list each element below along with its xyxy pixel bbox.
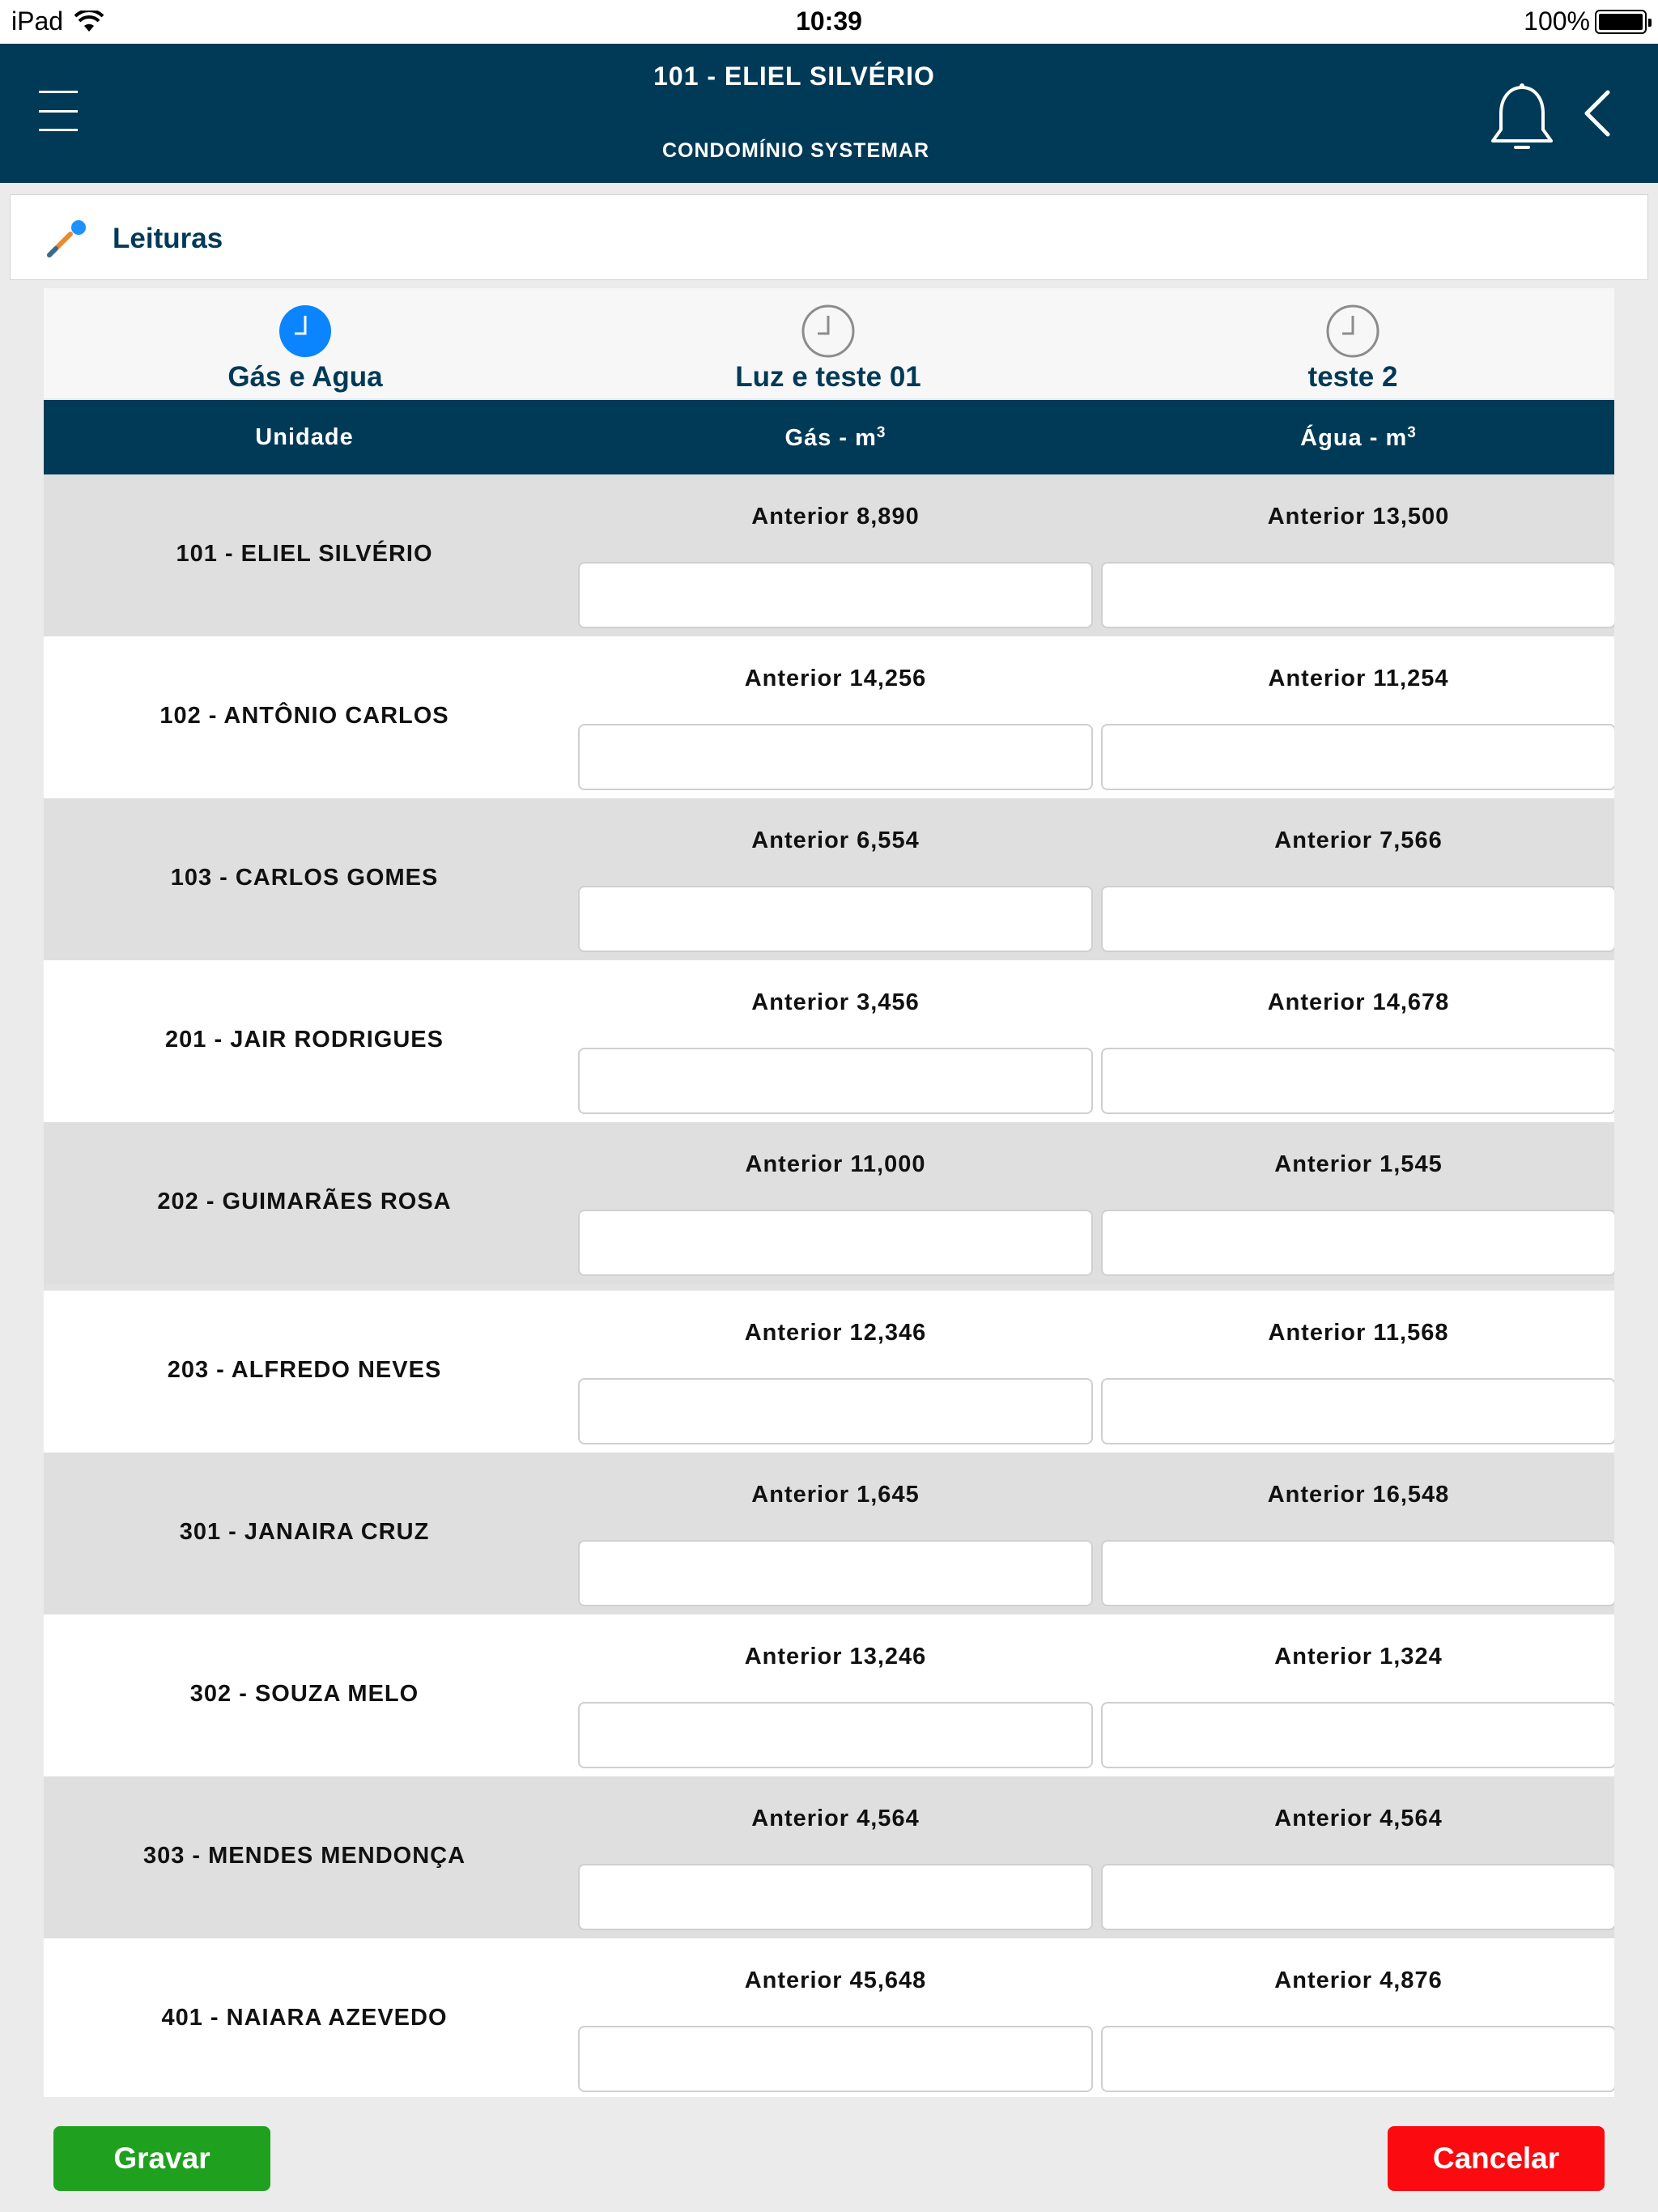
tab-label: Luz e teste 01 (735, 361, 921, 393)
water-reading-input[interactable] (1101, 1210, 1614, 1276)
status-bar: iPad 10:39 100% (0, 0, 1658, 44)
previous-water-reading: Anterior 4,564 (1274, 1806, 1443, 1831)
unit-label: 103 - CARLOS GOMES (170, 865, 439, 891)
table-row: 202 - GUIMARÃES ROSA Anterior 11,000 Ant… (44, 1122, 1614, 1284)
gas-reading-input[interactable] (578, 1702, 1093, 1768)
column-header-gas: Gás - m3 (784, 424, 886, 451)
unit-label: 202 - GUIMARÃES ROSA (157, 1189, 452, 1214)
table-row: 103 - CARLOS GOMES Anterior 6,554 Anteri… (44, 798, 1614, 960)
column-header-unit: Unidade (255, 424, 354, 450)
water-reading-input[interactable] (1101, 562, 1614, 628)
gas-reading-input[interactable] (578, 886, 1093, 952)
previous-water-reading: Anterior 1,324 (1274, 1644, 1443, 1670)
column-header-water: Água - m3 (1300, 424, 1417, 451)
table-row: 102 - ANTÔNIO CARLOS Anterior 14,256 Ant… (44, 636, 1614, 798)
unit-label: 201 - JAIR RODRIGUES (165, 1027, 444, 1053)
water-reading-input[interactable] (1101, 886, 1614, 952)
unit-label: 303 - MENDES MENDONÇA (142, 1843, 466, 1869)
clock-icon (1326, 304, 1380, 358)
chevron-left-icon[interactable] (1579, 89, 1619, 138)
tab-luz-teste-01[interactable]: Luz e teste 01 (567, 288, 1090, 398)
water-reading-input[interactable] (1101, 1540, 1614, 1606)
tab-teste-2[interactable]: teste 2 (1091, 288, 1614, 398)
gas-reading-input[interactable] (578, 1210, 1093, 1276)
table-row: 201 - JAIR RODRIGUES Anterior 3,456 Ante… (44, 960, 1614, 1122)
water-reading-input[interactable] (1101, 1864, 1614, 1930)
table-row: 401 - NAIARA AZEVEDO Anterior 45,648 Ant… (44, 1938, 1614, 2097)
unit-label: 401 - NAIARA AZEVEDO (161, 2005, 448, 2031)
table-row: 302 - SOUZA MELO Anterior 13,246 Anterio… (44, 1614, 1614, 1776)
gas-reading-input[interactable] (578, 2026, 1093, 2092)
previous-water-reading: Anterior 11,254 (1268, 666, 1449, 691)
unit-label: 203 - ALFREDO NEVES (167, 1357, 442, 1383)
water-reading-input[interactable] (1101, 1702, 1614, 1768)
previous-water-reading: Anterior 14,678 (1267, 989, 1450, 1015)
gas-reading-input[interactable] (578, 1540, 1093, 1606)
previous-gas-reading: Anterior 45,648 (744, 1967, 927, 1993)
table-header: Unidade Gás - m3 Água - m3 (44, 400, 1614, 474)
gas-reading-input[interactable] (578, 1378, 1093, 1444)
table-row: 101 - ELIEL SILVÉRIO Anterior 8,890 Ante… (44, 474, 1614, 636)
save-button[interactable]: Gravar (53, 2126, 270, 2191)
previous-gas-reading: Anterior 3,456 (751, 989, 920, 1015)
bell-icon[interactable] (1486, 83, 1558, 155)
unit-label: 302 - SOUZA MELO (189, 1681, 419, 1707)
probe-icon (47, 220, 86, 257)
clock-icon (279, 305, 331, 357)
water-reading-input[interactable] (1101, 724, 1614, 790)
previous-gas-reading: Anterior 13,246 (744, 1644, 927, 1670)
water-reading-input[interactable] (1101, 1378, 1614, 1444)
header-subtitle: CONDOMÍNIO SYSTEMAR (661, 139, 930, 162)
hamburger-icon[interactable] (39, 91, 78, 131)
previous-water-reading: Anterior 13,500 (1267, 504, 1450, 530)
previous-gas-reading: Anterior 12,346 (744, 1320, 927, 1346)
previous-gas-reading: Anterior 11,000 (745, 1151, 926, 1177)
header-title: 101 - ELIEL SILVÉRIO (653, 62, 935, 91)
previous-water-reading: Anterior 11,568 (1268, 1320, 1449, 1346)
table-row: 301 - JANAIRA CRUZ Anterior 1,645 Anteri… (44, 1453, 1614, 1614)
clock-icon (801, 304, 855, 358)
cancel-button[interactable]: Cancelar (1388, 2126, 1605, 2191)
unit-label: 102 - ANTÔNIO CARLOS (159, 703, 449, 729)
previous-water-reading: Anterior 4,876 (1274, 1967, 1443, 1993)
previous-water-reading: Anterior 1,545 (1274, 1151, 1443, 1177)
status-time: 10:39 (796, 6, 862, 36)
app-header: 101 - ELIEL SILVÉRIO CONDOMÍNIO SYSTEMAR (0, 44, 1658, 183)
gas-reading-input[interactable] (578, 724, 1093, 790)
previous-gas-reading: Anterior 4,564 (751, 1806, 920, 1831)
previous-gas-reading: Anterior 6,554 (751, 827, 920, 853)
unit-label: 101 - ELIEL SILVÉRIO (176, 541, 433, 567)
water-reading-input[interactable] (1101, 1048, 1614, 1114)
gas-reading-input[interactable] (578, 562, 1093, 628)
previous-gas-reading: Anterior 8,890 (751, 504, 920, 530)
battery-percent: 100% (1524, 6, 1590, 36)
previous-water-reading: Anterior 16,548 (1267, 1482, 1450, 1508)
water-reading-input[interactable] (1101, 2026, 1614, 2092)
previous-gas-reading: Anterior 14,256 (744, 666, 927, 691)
gas-reading-input[interactable] (578, 1864, 1093, 1930)
table-row: 303 - MENDES MENDONÇA Anterior 4,564 Ant… (44, 1776, 1614, 1938)
section-title: Leituras (113, 223, 223, 254)
tab-bar: Gás e Agua Luz e teste 01 teste 2 (44, 288, 1614, 398)
battery-icon (1595, 9, 1652, 34)
readings-list-continued[interactable]: 203 - ALFREDO NEVES Anterior 12,346 Ante… (44, 1291, 1614, 2097)
section-header: Leituras (10, 194, 1648, 280)
table-row: 203 - ALFREDO NEVES Anterior 12,346 Ante… (44, 1291, 1614, 1453)
tab-label: Gás e Agua (227, 361, 383, 393)
tab-label: teste 2 (1307, 361, 1398, 393)
readings-list[interactable]: 101 - ELIEL SILVÉRIO Anterior 8,890 Ante… (44, 474, 1614, 1291)
tab-gas-agua[interactable]: Gás e Agua (44, 288, 567, 398)
gas-reading-input[interactable] (578, 1048, 1093, 1114)
previous-gas-reading: Anterior 1,645 (751, 1482, 920, 1508)
previous-water-reading: Anterior 7,566 (1274, 827, 1443, 853)
unit-label: 301 - JANAIRA CRUZ (179, 1519, 430, 1545)
